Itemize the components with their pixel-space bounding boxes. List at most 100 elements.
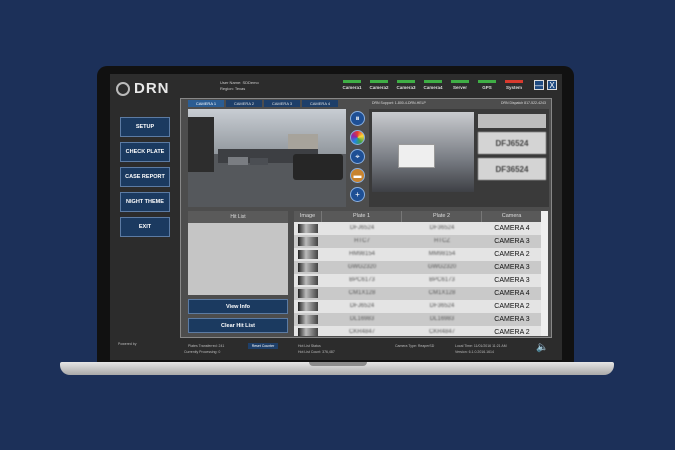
tab-camera-4[interactable]: CAMERA 4 [302, 100, 338, 107]
table-scrollbar[interactable] [541, 211, 548, 336]
plate-crop-image [298, 289, 318, 298]
plate1-cell: DFJ6524 [349, 225, 375, 231]
compass-button[interactable]: ⌖ [350, 149, 365, 164]
table-row[interactable]: BPC6173 BPC6173 CAMERA 3 [294, 274, 548, 287]
tab-camera-3[interactable]: CAMERA 3 [264, 100, 300, 107]
camera-cell: CAMERA 3 [494, 277, 530, 284]
status-light [343, 80, 361, 83]
table-row[interactable]: CKR4847 CKR4847 CAMERA 2 [294, 326, 548, 336]
table-row[interactable]: CM1X128 CM1X128 CAMERA 4 [294, 287, 548, 300]
status-label: Server [452, 85, 467, 90]
plate-crop-image [298, 263, 318, 272]
clear-hit-list-button[interactable]: Clear Hit List [188, 318, 288, 333]
plate1-cell: CM1X128 [348, 290, 376, 296]
hit-list-panel: Hit List View Info Clear Hit List [188, 211, 288, 336]
plate-image-cell [294, 235, 322, 248]
plate1-cell: BPC6173 [349, 277, 375, 283]
hit-list-area[interactable] [188, 223, 288, 295]
hits-table: Image Plate 1 Plate 2 Camera DFJ6524 DF36… [294, 211, 548, 336]
plate1-cell: CKR4847 [348, 329, 375, 335]
camera-cell: CAMERA 3 [494, 316, 530, 323]
exit-button[interactable]: EXIT [120, 217, 170, 237]
plate-image-cell [294, 248, 322, 261]
plate1-cell: GWG2320 [347, 264, 377, 270]
plate-image-cell [294, 274, 322, 287]
plate-image-cell [294, 326, 322, 336]
header-plate1: Plate 1 [322, 211, 402, 222]
plate-crop-image [298, 250, 318, 259]
status-camera3: Camera3 [394, 80, 418, 90]
reset-counter-button[interactable]: Reset Counter [248, 343, 278, 349]
camera-cell: CAMERA 4 [494, 225, 530, 232]
check-plate-button[interactable]: CHECK PLATE [120, 142, 170, 162]
table-header: Image Plate 1 Plate 2 Camera [294, 211, 548, 222]
camera-cell: CAMERA 2 [494, 329, 530, 336]
plate2-cell: DF36524 [429, 225, 455, 231]
app-screen: DRN User Name: SDDemo Region: Texas Came… [110, 74, 562, 360]
camera-cell: CAMERA 4 [494, 290, 530, 297]
status-server: Server [448, 80, 472, 90]
parking-lot-image [188, 109, 346, 207]
currently-processing: Currently Processing: 0 [184, 350, 221, 354]
status-system: System [502, 80, 526, 90]
plate1-cell: HM98154 [348, 251, 375, 257]
local-time: Local Time: 11/01/2016 11:21 AM [455, 344, 507, 348]
plate-crop-image [298, 276, 318, 285]
plate2-cell: GWG2320 [427, 264, 457, 270]
tab-camera-1[interactable]: CAMERA 1 [188, 100, 224, 107]
status-camera1: Camera1 [340, 80, 364, 90]
status-gps: GPS [475, 80, 499, 90]
plate2-cell: HTCZ [434, 238, 450, 244]
plate1-cell: DFJ6524 [349, 303, 375, 309]
plate2-cell: DL16983 [429, 316, 455, 322]
drn-logo: DRN [116, 80, 170, 97]
camera-cell: CAMERA 2 [494, 251, 530, 258]
close-button[interactable]: X [547, 80, 557, 90]
table-row[interactable]: GWG2320 GWG2320 CAMERA 3 [294, 261, 548, 274]
table-row[interactable]: HTC7 HTCZ CAMERA 3 [294, 235, 548, 248]
table-row[interactable]: HM98154 MM98154 CAMERA 2 [294, 248, 548, 261]
plate-thumbnail [478, 114, 546, 128]
add-icon: + [355, 190, 360, 199]
camera-video-view [188, 109, 346, 207]
plate-crop-image [298, 315, 318, 324]
view-info-button[interactable]: View Info [188, 299, 288, 314]
car-button[interactable]: ▬ [350, 168, 365, 183]
user-info: User Name: SDDemo Region: Texas [220, 80, 259, 92]
header-camera: Camera [482, 211, 542, 222]
plate2-cell: CKR4847 [428, 329, 455, 335]
plate-image-cell [294, 313, 322, 326]
status-label: GPS [482, 85, 492, 90]
color-wheel-button[interactable] [350, 130, 365, 145]
support-phone: DRN Support: 1-800-4-DRN-HELP [372, 101, 426, 105]
night-theme-button[interactable]: NIGHT THEME [120, 192, 170, 212]
setup-button[interactable]: SETUP [120, 117, 170, 137]
table-row[interactable]: DFJ6524 DF36524 CAMERA 4 [294, 222, 548, 235]
status-bar: Camera1 Camera2 Camera3 Camera4 Server G… [340, 80, 526, 90]
speaker-icon[interactable]: 🔈 [536, 342, 550, 354]
plate-crop-image [298, 224, 318, 233]
minimize-button[interactable]: — [534, 80, 544, 90]
plate2-cell: CM1X128 [428, 290, 456, 296]
plate-image-cell [294, 261, 322, 274]
hit-list-header: Hit List [188, 211, 288, 223]
license-plate-image [398, 144, 435, 168]
camera-type: Camera Type: ReaperSD [395, 344, 435, 348]
dispatch-phone: DRN Dispatch 817-522-4243 [501, 101, 546, 105]
plates-transferred: Plates Transferred: 241 [188, 344, 225, 348]
plate-crop-image [298, 302, 318, 311]
case-report-button[interactable]: CASE REPORT [120, 167, 170, 187]
status-label: Camera1 [342, 85, 362, 90]
table-row[interactable]: DL16983 DL16983 CAMERA 3 [294, 313, 548, 326]
add-button[interactable]: + [350, 187, 365, 202]
pause-button[interactable]: ⏸ [350, 111, 365, 126]
plate1-cell: HTC7 [354, 238, 370, 244]
status-label: System [505, 85, 522, 90]
status-light [505, 80, 523, 83]
tab-camera-2[interactable]: CAMERA 2 [226, 100, 262, 107]
status-camera2: Camera2 [367, 80, 391, 90]
plate-image-cell [294, 287, 322, 300]
camera-cell: CAMERA 2 [494, 303, 530, 310]
camera-cell: CAMERA 3 [494, 238, 530, 245]
table-row[interactable]: DFJ6524 DF36524 CAMERA 2 [294, 300, 548, 313]
